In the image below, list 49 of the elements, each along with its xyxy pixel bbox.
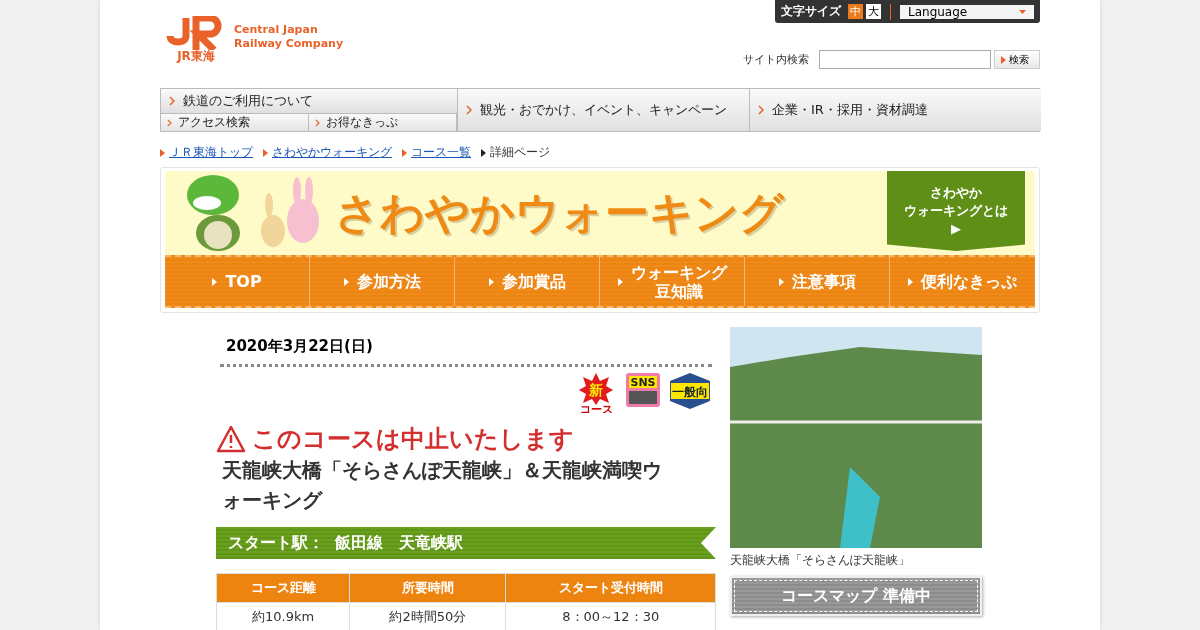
company-name: Central Japan (234, 23, 319, 37)
triangle-icon (402, 148, 407, 157)
table-cell: 約10.9km (216, 602, 350, 630)
triangle-icon (617, 277, 623, 286)
triangle-icon (1001, 55, 1006, 64)
nav-link[interactable]: 鉄道のご利用について (161, 89, 457, 113)
chevron-icon (466, 105, 472, 115)
sns-badge: SNS (626, 373, 660, 407)
start-station-banner: スタート駅： 飯田線 天竜峡駅 (216, 527, 716, 559)
current-page-label: 詳細ページ (490, 144, 550, 161)
warning-icon (216, 425, 246, 453)
triangle-icon (160, 148, 165, 157)
table-header: コース距離 (216, 573, 350, 603)
general-audience-badge: 一般向 (670, 373, 710, 409)
triangle-icon (212, 277, 218, 286)
photo-caption: 天龍峡大橋「そらさんぽ天龍峡」 (730, 552, 911, 569)
table-header: スタート受付時間 (505, 573, 716, 603)
course-title: 天龍峡大橋「そらさんぽ天龍峡」＆天龍峡満喫ウォーキング (221, 457, 663, 514)
banner-title: さわやかウォーキング (335, 185, 784, 240)
logo-text: JR東海 (177, 48, 215, 65)
search-label: サイト内検索 (743, 52, 809, 67)
chevron-icon (169, 96, 175, 106)
company-name: Railway Company (234, 37, 344, 51)
triangle-icon (481, 148, 486, 157)
chevron-icon (167, 118, 172, 127)
breadcrumb-link[interactable]: ＪＲ東海トップ (169, 144, 253, 161)
triangle-icon (343, 277, 349, 286)
language-select[interactable]: Language (900, 4, 1034, 19)
dropdown-icon (1019, 9, 1026, 14)
nav-sub-link[interactable]: お得なきっぷ (309, 114, 457, 131)
cancellation-notice: このコースは中止いたします (252, 424, 574, 455)
course-date: 2020年3月22日(日) (220, 327, 712, 367)
chevron-icon (315, 118, 320, 127)
about-link[interactable]: さわやか ウォーキングとは ▶ (887, 171, 1025, 251)
breadcrumb-link[interactable]: コース一覧 (411, 144, 471, 161)
triangle-icon (778, 277, 784, 286)
nav-link[interactable]: 観光・おでかけ、イベント、キャンペーン (458, 89, 749, 131)
triangle-icon (908, 277, 913, 286)
chevron-icon (758, 105, 764, 115)
font-size-button[interactable]: 大 (866, 4, 881, 19)
triangle-icon (488, 277, 494, 286)
triangle-icon (263, 148, 268, 157)
search-button[interactable]: 検索 (994, 50, 1040, 69)
nav-link[interactable]: 企業・IR・採用・資材調達 (750, 89, 1041, 131)
table-header: 所要時間 (349, 573, 506, 603)
breadcrumb-link[interactable]: さわやかウォーキング (272, 144, 392, 161)
search-field[interactable] (819, 50, 991, 69)
font-size-label: 文字サイズ (781, 3, 841, 20)
nav-sub-link[interactable]: アクセス検索 (161, 114, 309, 131)
